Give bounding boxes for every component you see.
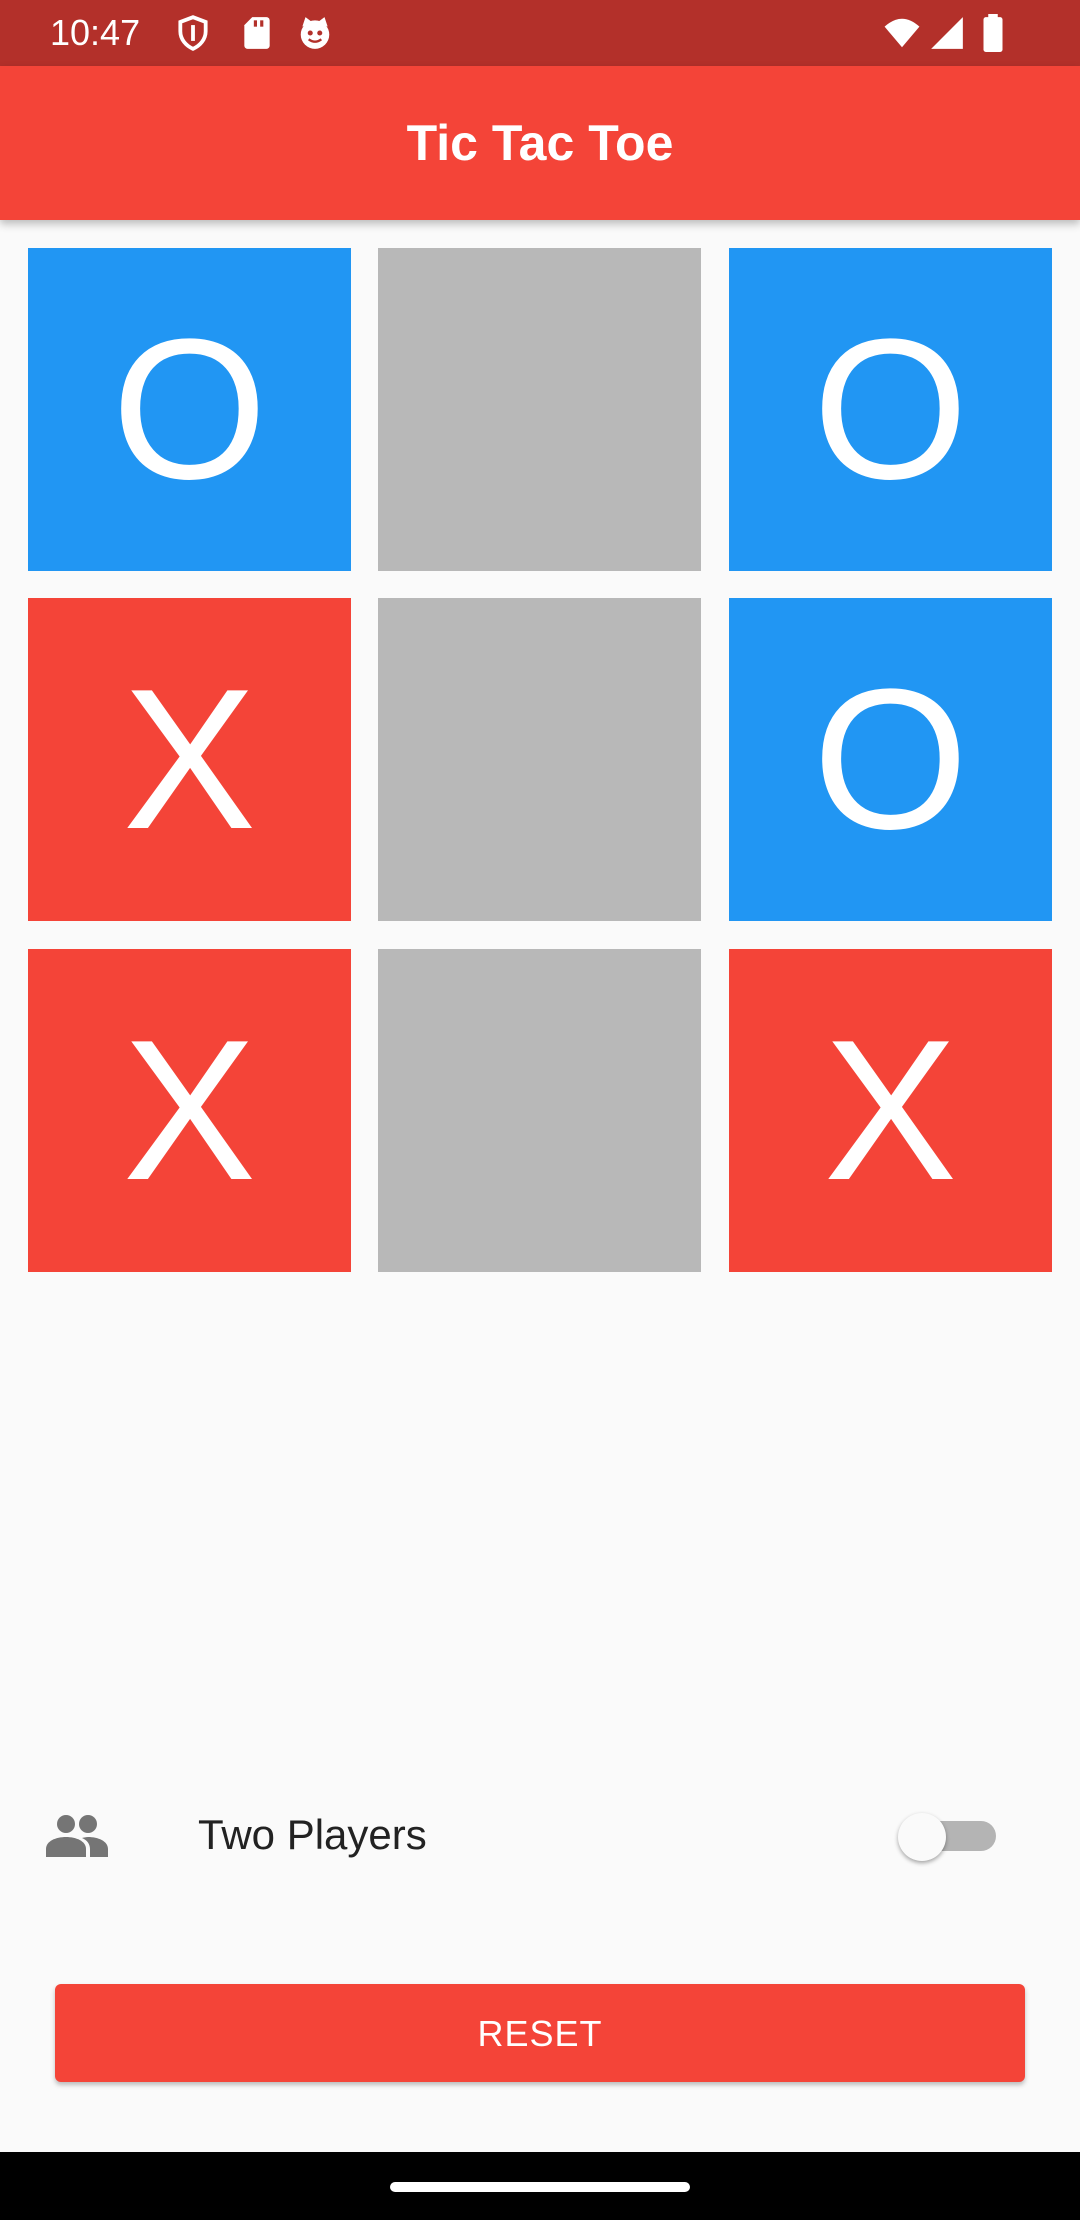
board-cell-5[interactable] (378, 598, 701, 921)
toggle-thumb (898, 1813, 946, 1861)
board-cell-2[interactable] (378, 248, 701, 571)
board-cell-4[interactable]: X (28, 598, 351, 921)
app-bar: Tic Tac Toe (0, 66, 1080, 220)
board-cell-3[interactable]: O (729, 248, 1052, 571)
navigation-bar (0, 2152, 1080, 2220)
status-time: 10:47 (50, 12, 141, 53)
board-cell-9[interactable]: X (729, 949, 1052, 1272)
shield-icon (178, 15, 208, 51)
cat-icon (300, 17, 330, 49)
board-cell-1[interactable]: O (28, 248, 351, 571)
wifi-icon (884, 18, 920, 48)
game-board: O O X O X X (28, 248, 1052, 1272)
board-cell-7[interactable]: X (28, 949, 351, 1272)
reset-button[interactable]: RESET (55, 1984, 1025, 2082)
people-icon (46, 1815, 108, 1857)
two-players-toggle[interactable] (898, 1813, 1002, 1861)
board-cell-8[interactable] (378, 949, 701, 1272)
app-title: Tic Tac Toe (406, 115, 674, 171)
battery-icon (983, 14, 1003, 52)
status-bar: 10:47 (0, 0, 1080, 66)
two-players-row[interactable]: Two Players (0, 1780, 1080, 1890)
sd-card-icon (244, 17, 270, 49)
home-gesture-handle[interactable] (390, 2182, 690, 2192)
signal-icon (931, 17, 963, 49)
two-players-label: Two Players (198, 1811, 427, 1858)
board-cell-6[interactable]: O (729, 598, 1052, 921)
